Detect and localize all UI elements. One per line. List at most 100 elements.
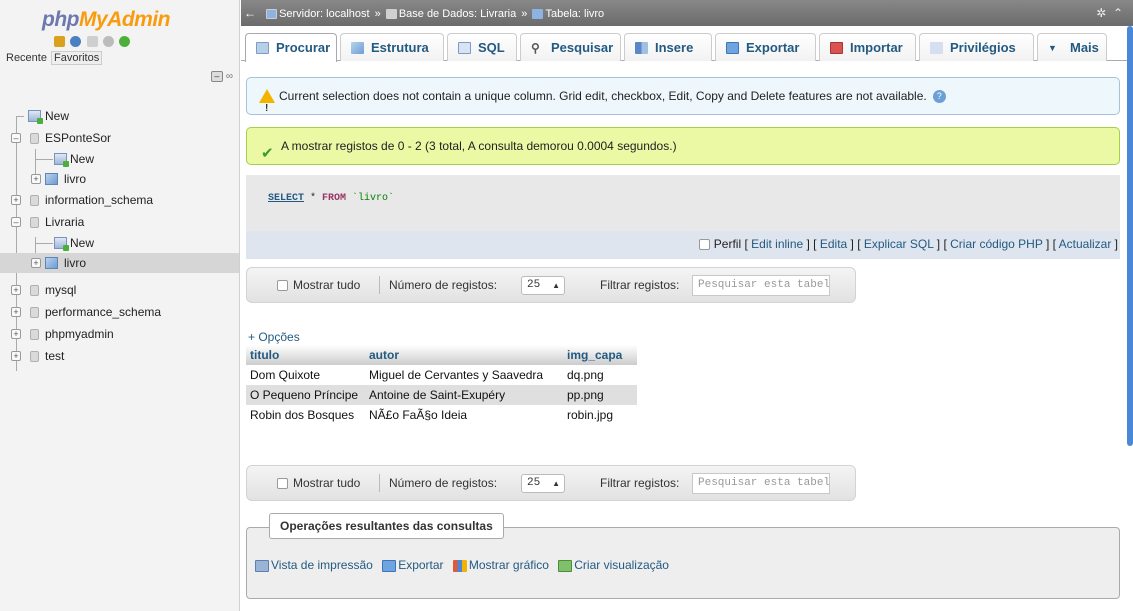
column-header-titulo[interactable]: titulo <box>246 345 365 365</box>
tree-item-label: New <box>70 152 95 166</box>
docs-icon[interactable] <box>86 36 98 48</box>
perfil-checkbox[interactable] <box>698 239 710 251</box>
settings-gear-icon[interactable] <box>102 36 114 48</box>
tree-item-label: ESPonteSor <box>45 131 112 145</box>
tree-item-table-livro-selected[interactable]: + livro <box>0 253 239 273</box>
breadcrumb-server[interactable]: Servidor: localhost <box>279 8 370 20</box>
tab-insere[interactable]: Insere <box>624 33 712 61</box>
filter-rows-input[interactable]: Pesquisar esta tabela <box>692 275 830 296</box>
sql-keyword-select[interactable]: SELECT <box>268 193 304 204</box>
show-all-checkbox[interactable] <box>277 478 288 489</box>
tab-favoritos[interactable]: Favoritos <box>50 51 103 65</box>
tab-sql[interactable]: SQL <box>447 33 517 61</box>
help-icon[interactable]: ? <box>932 90 946 104</box>
expand-icon[interactable]: + <box>31 174 41 184</box>
tab-importar[interactable]: Importar <box>819 33 916 61</box>
tree-branch <box>35 159 53 160</box>
tree-item-livraria[interactable]: – Livraria <box>0 211 239 233</box>
tab-label: Mais <box>1070 40 1099 55</box>
tab-estrutura[interactable]: Estrutura <box>340 33 444 61</box>
new-table-icon <box>54 153 69 167</box>
tree-item-test[interactable]: + test <box>0 345 239 367</box>
explain-sql-link[interactable]: Explicar SQL <box>864 237 934 251</box>
filter-rows-input[interactable]: Pesquisar esta tabela <box>692 473 830 494</box>
show-all-label[interactable]: Mostrar tudo <box>293 466 360 500</box>
settings-gear-icon[interactable]: ✲ <box>1096 6 1106 20</box>
sql-query-text[interactable]: SELECT * FROM `livro` <box>268 193 394 204</box>
breadcrumb-database[interactable]: Base de Dados: Livraria <box>399 8 516 20</box>
table-cell: pp.png <box>563 385 637 405</box>
tab-pesquisar[interactable]: ⚲ Pesquisar <box>520 33 621 61</box>
display-chart-link[interactable]: Mostrar gráfico <box>469 558 549 572</box>
tab-exportar[interactable]: Exportar <box>715 33 816 61</box>
show-all-checkbox[interactable] <box>277 280 288 291</box>
sql-query-links: Perfil [ Edit inline ] [ Edita ] [ Expli… <box>246 231 1120 259</box>
expand-icon[interactable]: + <box>11 351 21 361</box>
row-count-select[interactable]: 25 ▲ <box>521 276 565 295</box>
column-header-autor[interactable]: autor <box>365 345 563 365</box>
tree-item-performance-schema[interactable]: + performance_schema <box>0 301 239 323</box>
tab-label: Exportar <box>746 40 800 55</box>
print-view-link[interactable]: Vista de impressão <box>271 558 373 572</box>
separator <box>379 276 380 294</box>
tree-item-new[interactable]: New <box>0 105 239 127</box>
create-php-code-link[interactable]: Criar código PHP <box>950 237 1042 251</box>
phpmyadmin-logo[interactable]: phpMyAdmin <box>0 0 239 31</box>
table-cell: Robin dos Bosques <box>246 405 365 425</box>
edit-inline-link[interactable]: Edit inline <box>751 237 803 251</box>
row-count-select[interactable]: 25 ▲ <box>521 474 565 493</box>
edit-link[interactable]: Edita <box>820 237 847 251</box>
tab-label: Privilégios <box>950 40 1016 55</box>
export-link[interactable]: Exportar <box>398 558 443 572</box>
reload-icon[interactable] <box>119 36 131 48</box>
export-icon <box>726 42 739 54</box>
import-icon <box>830 42 843 54</box>
show-all-label[interactable]: Mostrar tudo <box>293 268 360 302</box>
collapse-menu-icon[interactable]: ⌃ <box>1113 6 1123 20</box>
tree-branch <box>16 116 24 117</box>
back-arrow-icon[interactable]: ← <box>243 0 257 26</box>
tree-item-label: test <box>45 349 65 363</box>
expand-icon[interactable]: + <box>11 329 21 339</box>
tree-item-new[interactable]: New <box>0 149 239 169</box>
tree-item-phpmyadmin[interactable]: + phpmyadmin <box>0 323 239 345</box>
database-icon <box>30 307 39 318</box>
collapse-icon[interactable]: – <box>11 133 21 143</box>
row-count-value: 25 <box>527 477 541 489</box>
top-right-controls: ✲ ⌃ <box>1096 0 1123 26</box>
privileges-icon <box>930 42 943 54</box>
tab-mais[interactable]: ▼ Mais <box>1037 33 1107 61</box>
logout-icon[interactable] <box>70 36 82 48</box>
scrollbar[interactable] <box>1127 26 1133 446</box>
breadcrumb-table[interactable]: Tabela: livro <box>545 8 604 20</box>
tab-procurar[interactable]: Procurar <box>245 33 337 62</box>
tree-item-mysql[interactable]: + mysql <box>0 279 239 301</box>
link-with-main-icon[interactable]: ∞ <box>226 71 233 82</box>
updown-arrow-icon: ▲ <box>552 281 560 290</box>
table-row: Robin dos Bosques NÃ£o FaÃ§o Ideia robin… <box>246 405 637 425</box>
insert-icon <box>635 42 648 54</box>
expand-icon[interactable]: + <box>11 307 21 317</box>
create-view-link[interactable]: Criar visualização <box>574 558 669 572</box>
database-icon <box>30 351 39 362</box>
column-header-img-capa[interactable]: img_capa <box>563 345 637 365</box>
results-table: titulo autor img_capa Dom Quixote Miguel… <box>246 345 637 425</box>
options-toggle[interactable]: + Opções <box>248 330 300 344</box>
collapse-all-icon[interactable]: – <box>210 71 223 82</box>
tab-privilegios[interactable]: Privilégios <box>919 33 1034 61</box>
expand-icon[interactable]: + <box>11 195 21 205</box>
collapse-icon[interactable]: – <box>11 217 21 227</box>
tree-item-label: mysql <box>45 283 77 297</box>
tree-item-table-livro[interactable]: + livro <box>0 169 239 189</box>
tree-item-information-schema[interactable]: + information_schema <box>0 189 239 211</box>
tab-recente[interactable]: Recente <box>4 52 49 64</box>
tree-item-esponte-sor[interactable]: – ESPonteSor <box>0 127 239 149</box>
results-navbar-top: Mostrar tudo Número de registos: 25 ▲ Fil… <box>246 267 856 303</box>
home-icon[interactable] <box>53 36 65 48</box>
main-tabs: Procurar Estrutura SQL ⚲ Pesquisar Insere… <box>241 33 1133 62</box>
expand-icon[interactable]: + <box>31 258 41 268</box>
tree-item-new[interactable]: New <box>0 233 239 253</box>
refresh-link[interactable]: Actualizar <box>1059 237 1112 251</box>
structure-icon <box>351 42 364 54</box>
expand-icon[interactable]: + <box>11 285 21 295</box>
